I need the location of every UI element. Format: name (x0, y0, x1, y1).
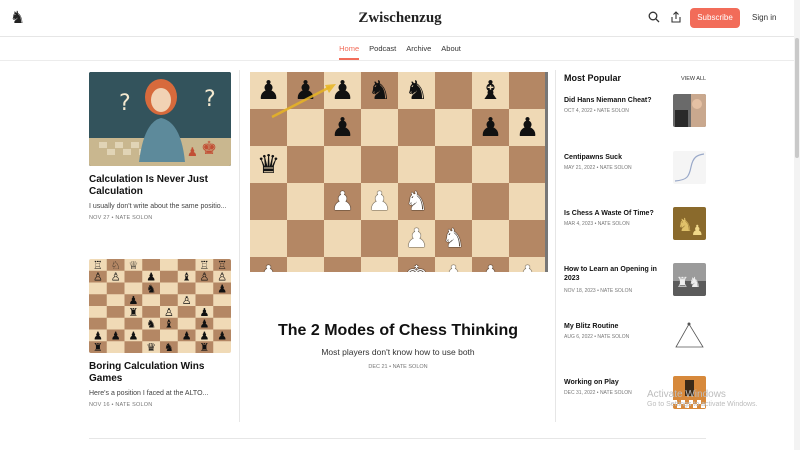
popular-item[interactable]: Did Hans Niemann Cheat? OCT 4, 2022 • NA… (564, 94, 706, 130)
popular-item[interactable]: Is Chess A Waste Of Time? MAR 4, 2023 • … (564, 207, 706, 243)
signin-link[interactable]: Sign in (752, 13, 776, 22)
popular-item-title[interactable]: My Blitz Routine (564, 322, 668, 331)
piece-icon: ♙ (111, 271, 121, 284)
view-all-link[interactable]: VIEW ALL (681, 76, 706, 82)
post-meta: NOV 16 • NATE SOLON (89, 402, 153, 408)
popular-item-meta: MAY 21, 2022 • NATE SOLON (564, 165, 632, 171)
section-divider (89, 438, 706, 439)
popular-item-title[interactable]: Working on Play (564, 378, 668, 387)
popular-item[interactable]: How to Learn an Opening in 2023 NOV 18, … (564, 263, 706, 299)
piece-icon: ♜ (199, 341, 209, 353)
popular-item-title[interactable]: How to Learn an Opening in 2023 (564, 265, 668, 283)
move-arrow-icon (271, 84, 336, 119)
page-scrollbar-thumb[interactable] (795, 38, 799, 158)
share-icon[interactable] (668, 11, 684, 27)
post-thumbnail-chessboard[interactable]: ♖ ♘ ♕ ♖ ♖ ♙ ♙ ♟ ♝ ♙ ♙ ♞ ♟ ♟ ♙ ♜ ♙ ♟ ♞ ♝ ♟ ♟ ♟ ♟ ♟ ♟ ♟ ♜ ♛ ♞ ♜ (89, 259, 231, 353)
popular-item-title[interactable]: Did Hans Niemann Cheat? (564, 96, 668, 105)
nav-archive[interactable]: Archive (406, 44, 431, 60)
piece-icon: ♟ (182, 329, 192, 342)
post-excerpt: Here's a position I faced at the ALTO... (89, 390, 209, 397)
piece-icon: ♟ (111, 329, 121, 342)
piece-icon: ♕ (128, 259, 138, 272)
popular-item-title[interactable]: Is Chess A Waste Of Time? (564, 209, 668, 218)
column-divider (555, 70, 556, 422)
piece-icon: ♜ (93, 341, 103, 353)
os-activation-watermark-sub: Go to Settings to activate Windows. (647, 401, 758, 408)
post-title[interactable]: Calculation Is Never Just Calculation (89, 174, 231, 198)
hero-meta: DEC 21 • NATE SOLON (368, 364, 428, 370)
svg-text:♚: ♚ (201, 138, 217, 159)
popular-item-title[interactable]: Centipawns Suck (564, 153, 668, 162)
piece-icon: ♞ (146, 282, 156, 295)
os-activation-watermark: Activate Windows (647, 389, 726, 400)
hero-title[interactable]: The 2 Modes of Chess Thinking (250, 322, 546, 340)
nav-podcast[interactable]: Podcast (369, 44, 396, 60)
popular-item-meta: OCT 4, 2022 • NATE SOLON (564, 108, 629, 114)
piece-icon: ♙ (199, 271, 209, 284)
popular-item-thumbnail[interactable]: ♜♞ (673, 263, 706, 296)
most-popular-heading: Most Popular (564, 73, 622, 83)
popular-item-meta: AUG 6, 2022 • NATE SOLON (564, 334, 630, 340)
popular-item[interactable]: Centipawns Suck MAY 21, 2022 • NATE SOLO… (564, 151, 706, 187)
piece-icon: ♟ (217, 329, 227, 342)
post-title[interactable]: Boring Calculation Wins Games (89, 361, 231, 385)
piece-icon: ♝ (164, 318, 174, 331)
piece-icon: ♟ (128, 329, 138, 342)
hero-subtitle: Most players don't know how to use both (321, 347, 475, 357)
post-card[interactable]: Boring Calculation Wins Games Here's a p… (89, 361, 231, 408)
search-icon[interactable] (646, 11, 662, 27)
popular-item-thumbnail[interactable]: ♞ ♟ (673, 207, 706, 240)
piece-icon: ♛ (146, 341, 156, 353)
svg-text:♟: ♟ (691, 223, 704, 239)
piece-icon: ♙ (182, 294, 192, 307)
piece-icon: ♟ (217, 282, 227, 295)
post-thumbnail[interactable]: ? ? ♚ ♟ (89, 72, 231, 166)
post-meta: NOV 27 • NATE SOLON (89, 215, 153, 221)
piece-icon: ♝ (182, 271, 192, 284)
popular-item-meta: MAR 4, 2023 • NATE SOLON (564, 221, 630, 227)
column-divider (239, 70, 240, 422)
piece-icon: ♜ (128, 306, 138, 319)
svg-text:♟: ♟ (187, 145, 198, 159)
piece-icon: ♞ (164, 341, 174, 353)
main-nav: Home Podcast Archive About (0, 37, 800, 61)
popular-item-thumbnail[interactable] (673, 94, 706, 127)
post-excerpt: I usually don't write about the same pos… (89, 203, 227, 210)
popular-item[interactable]: My Blitz Routine AUG 6, 2022 • NATE SOLO… (564, 320, 706, 356)
piece-icon: ♞ (146, 318, 156, 331)
svg-text:?: ? (204, 87, 216, 112)
piece-icon: ♙ (93, 271, 103, 284)
svg-text:♜♞: ♜♞ (676, 275, 701, 291)
site-header: ♞ Zwischenzug Subscribe Sign in (0, 0, 800, 37)
popular-item-meta: DEC 31, 2022 • NATE SOLON (564, 390, 632, 396)
popular-item-meta: NOV 18, 2023 • NATE SOLON (564, 288, 633, 294)
image-edge (545, 72, 548, 272)
nav-home[interactable]: Home (339, 44, 360, 60)
popular-item-thumbnail[interactable] (673, 151, 706, 184)
post-card[interactable]: Calculation Is Never Just Calculation I … (89, 174, 231, 221)
subscribe-button[interactable]: Subscribe (690, 8, 740, 28)
nav-about[interactable]: About (441, 44, 461, 60)
svg-text:?: ? (119, 91, 131, 116)
popular-item-thumbnail[interactable] (673, 320, 706, 353)
